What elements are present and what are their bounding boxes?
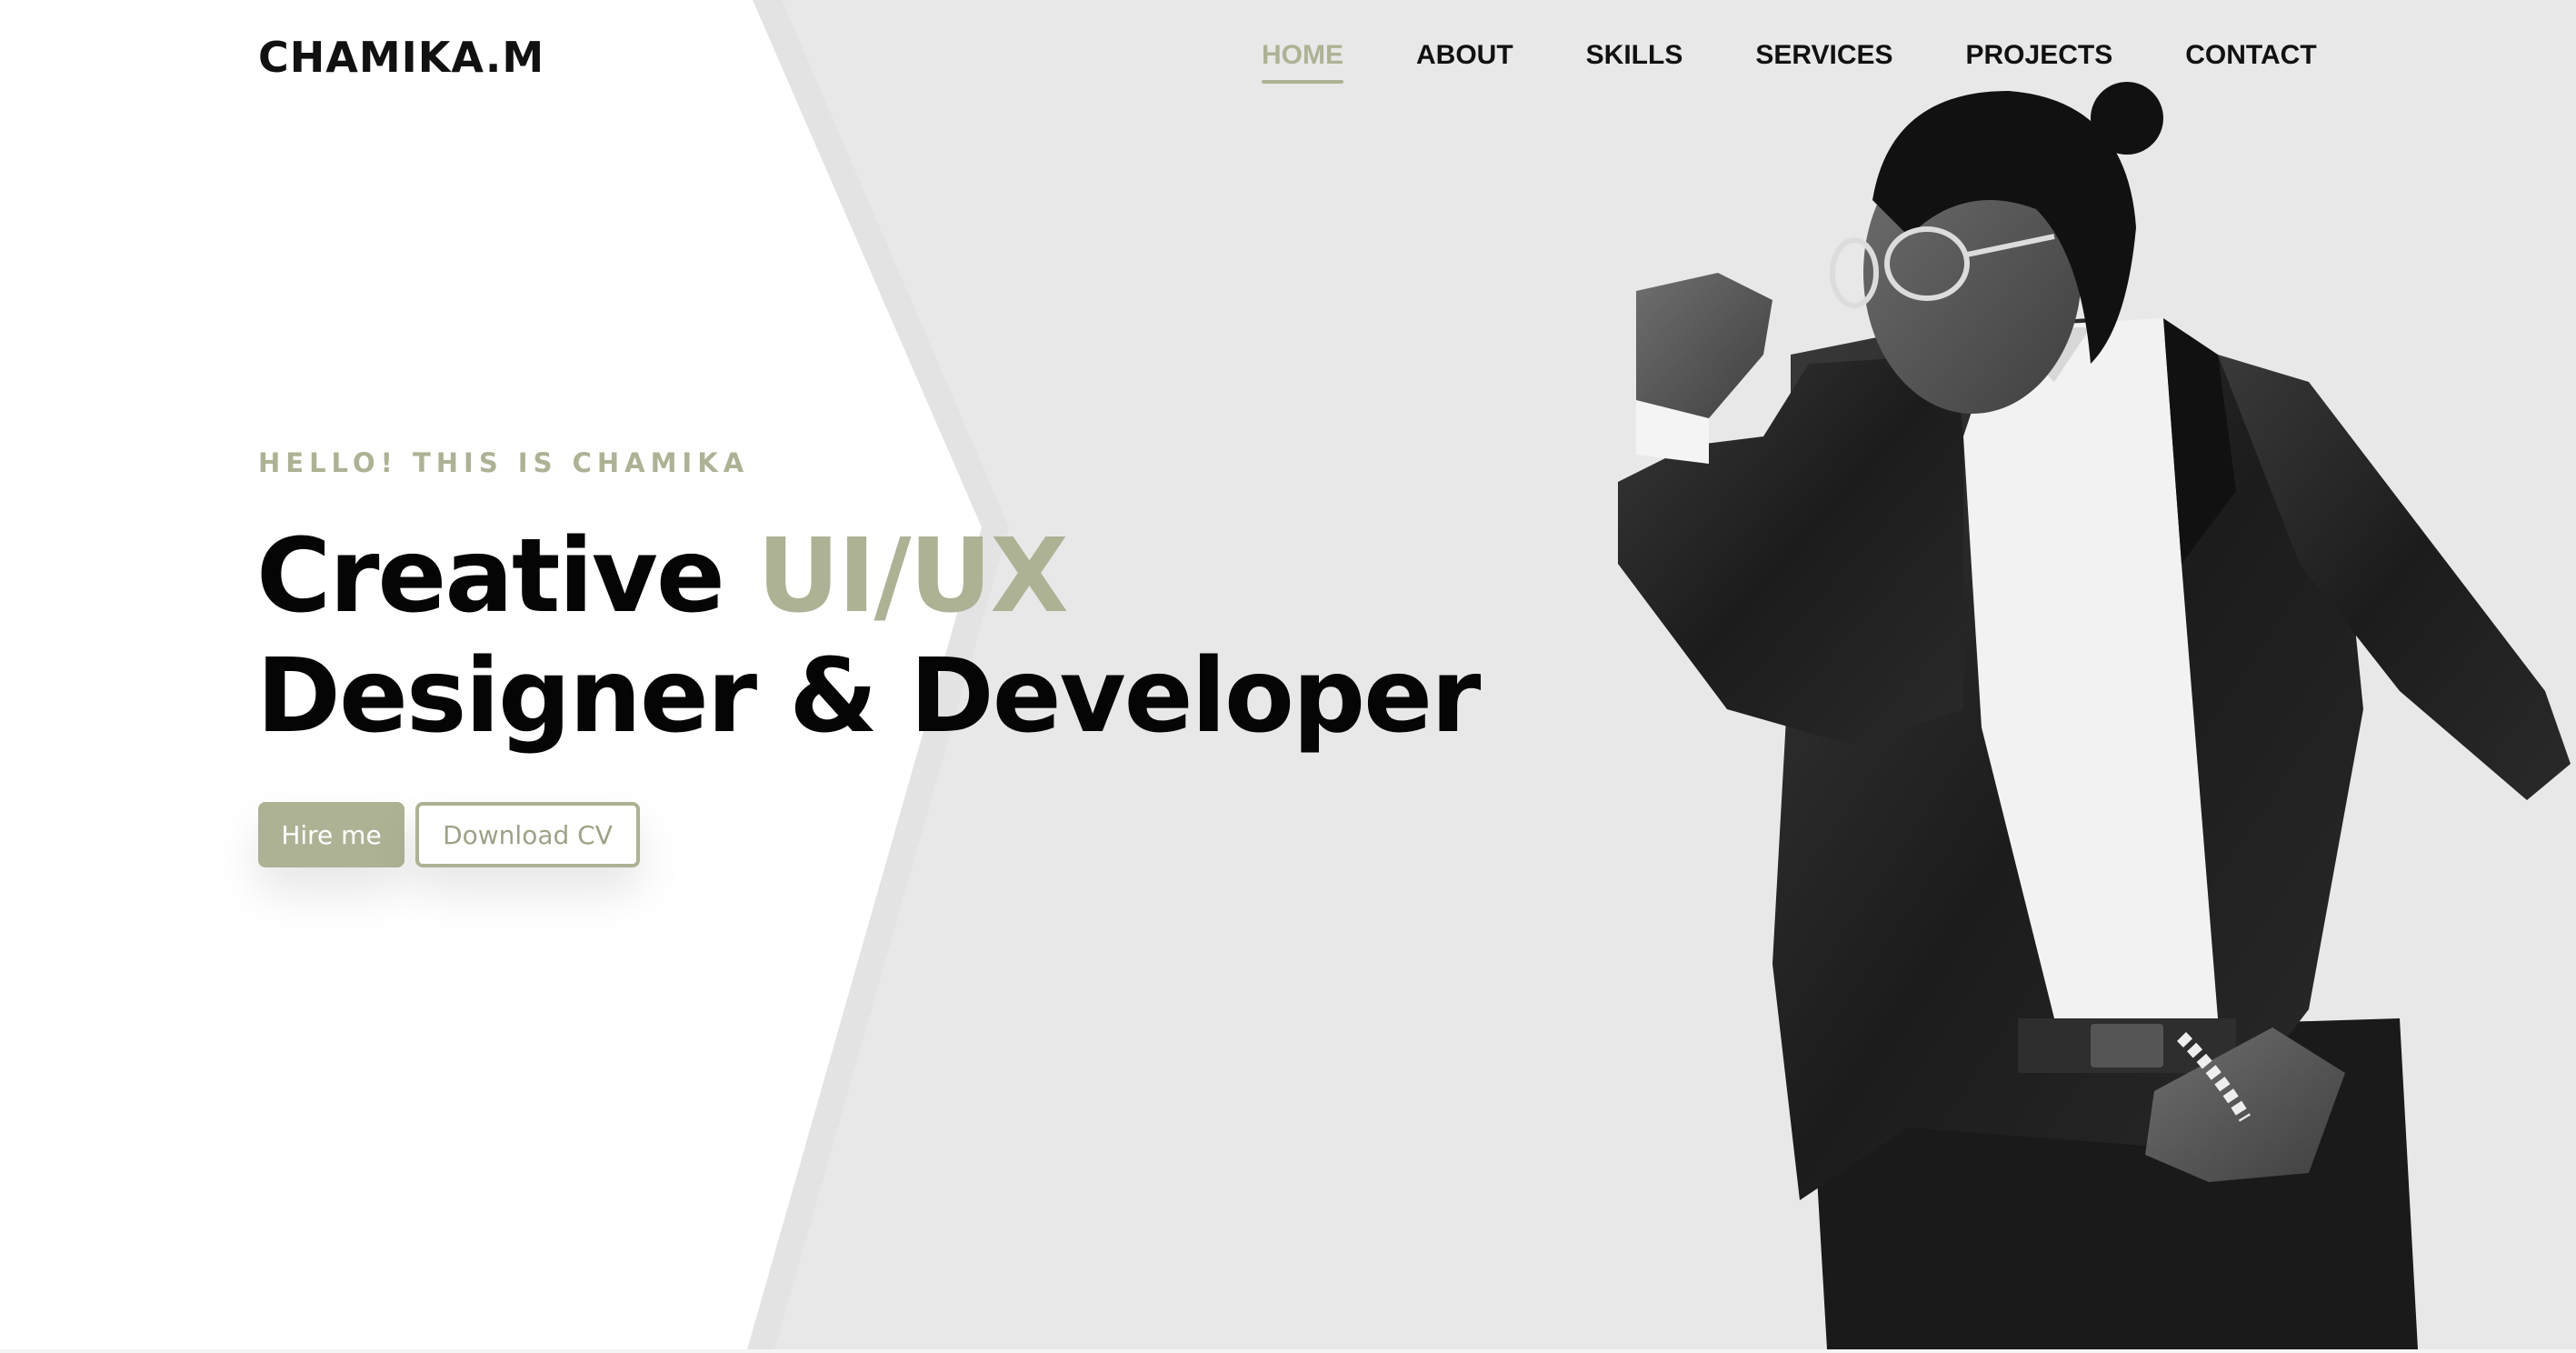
hero-headline: Creative UI/UX Designer & Developer [256, 516, 1481, 757]
headline-line1-main: Creative [256, 517, 757, 636]
hero-eyebrow: HELLO! THIS IS CHAMIKA [258, 447, 750, 478]
headline-line2: Designer & Developer [256, 637, 1481, 756]
portrait-illustration [1618, 82, 2571, 1349]
nav-item-about[interactable]: ABOUT [1416, 40, 1513, 80]
portrait-photo [1582, 55, 2576, 1349]
nav-item-home[interactable]: HOME [1262, 40, 1343, 84]
bottom-divider [0, 1349, 2576, 1353]
hire-me-button[interactable]: Hire me [258, 802, 404, 867]
site-logo[interactable]: CHAMIKA.M [258, 33, 544, 82]
hero-buttons: Hire me Download CV [258, 802, 640, 867]
download-cv-button[interactable]: Download CV [415, 802, 640, 867]
portfolio-page: CHAMIKA.M HOME ABOUT SKILLS SERVICES PRO… [0, 0, 2576, 1353]
headline-line1-accent: UI/UX [756, 517, 1069, 636]
